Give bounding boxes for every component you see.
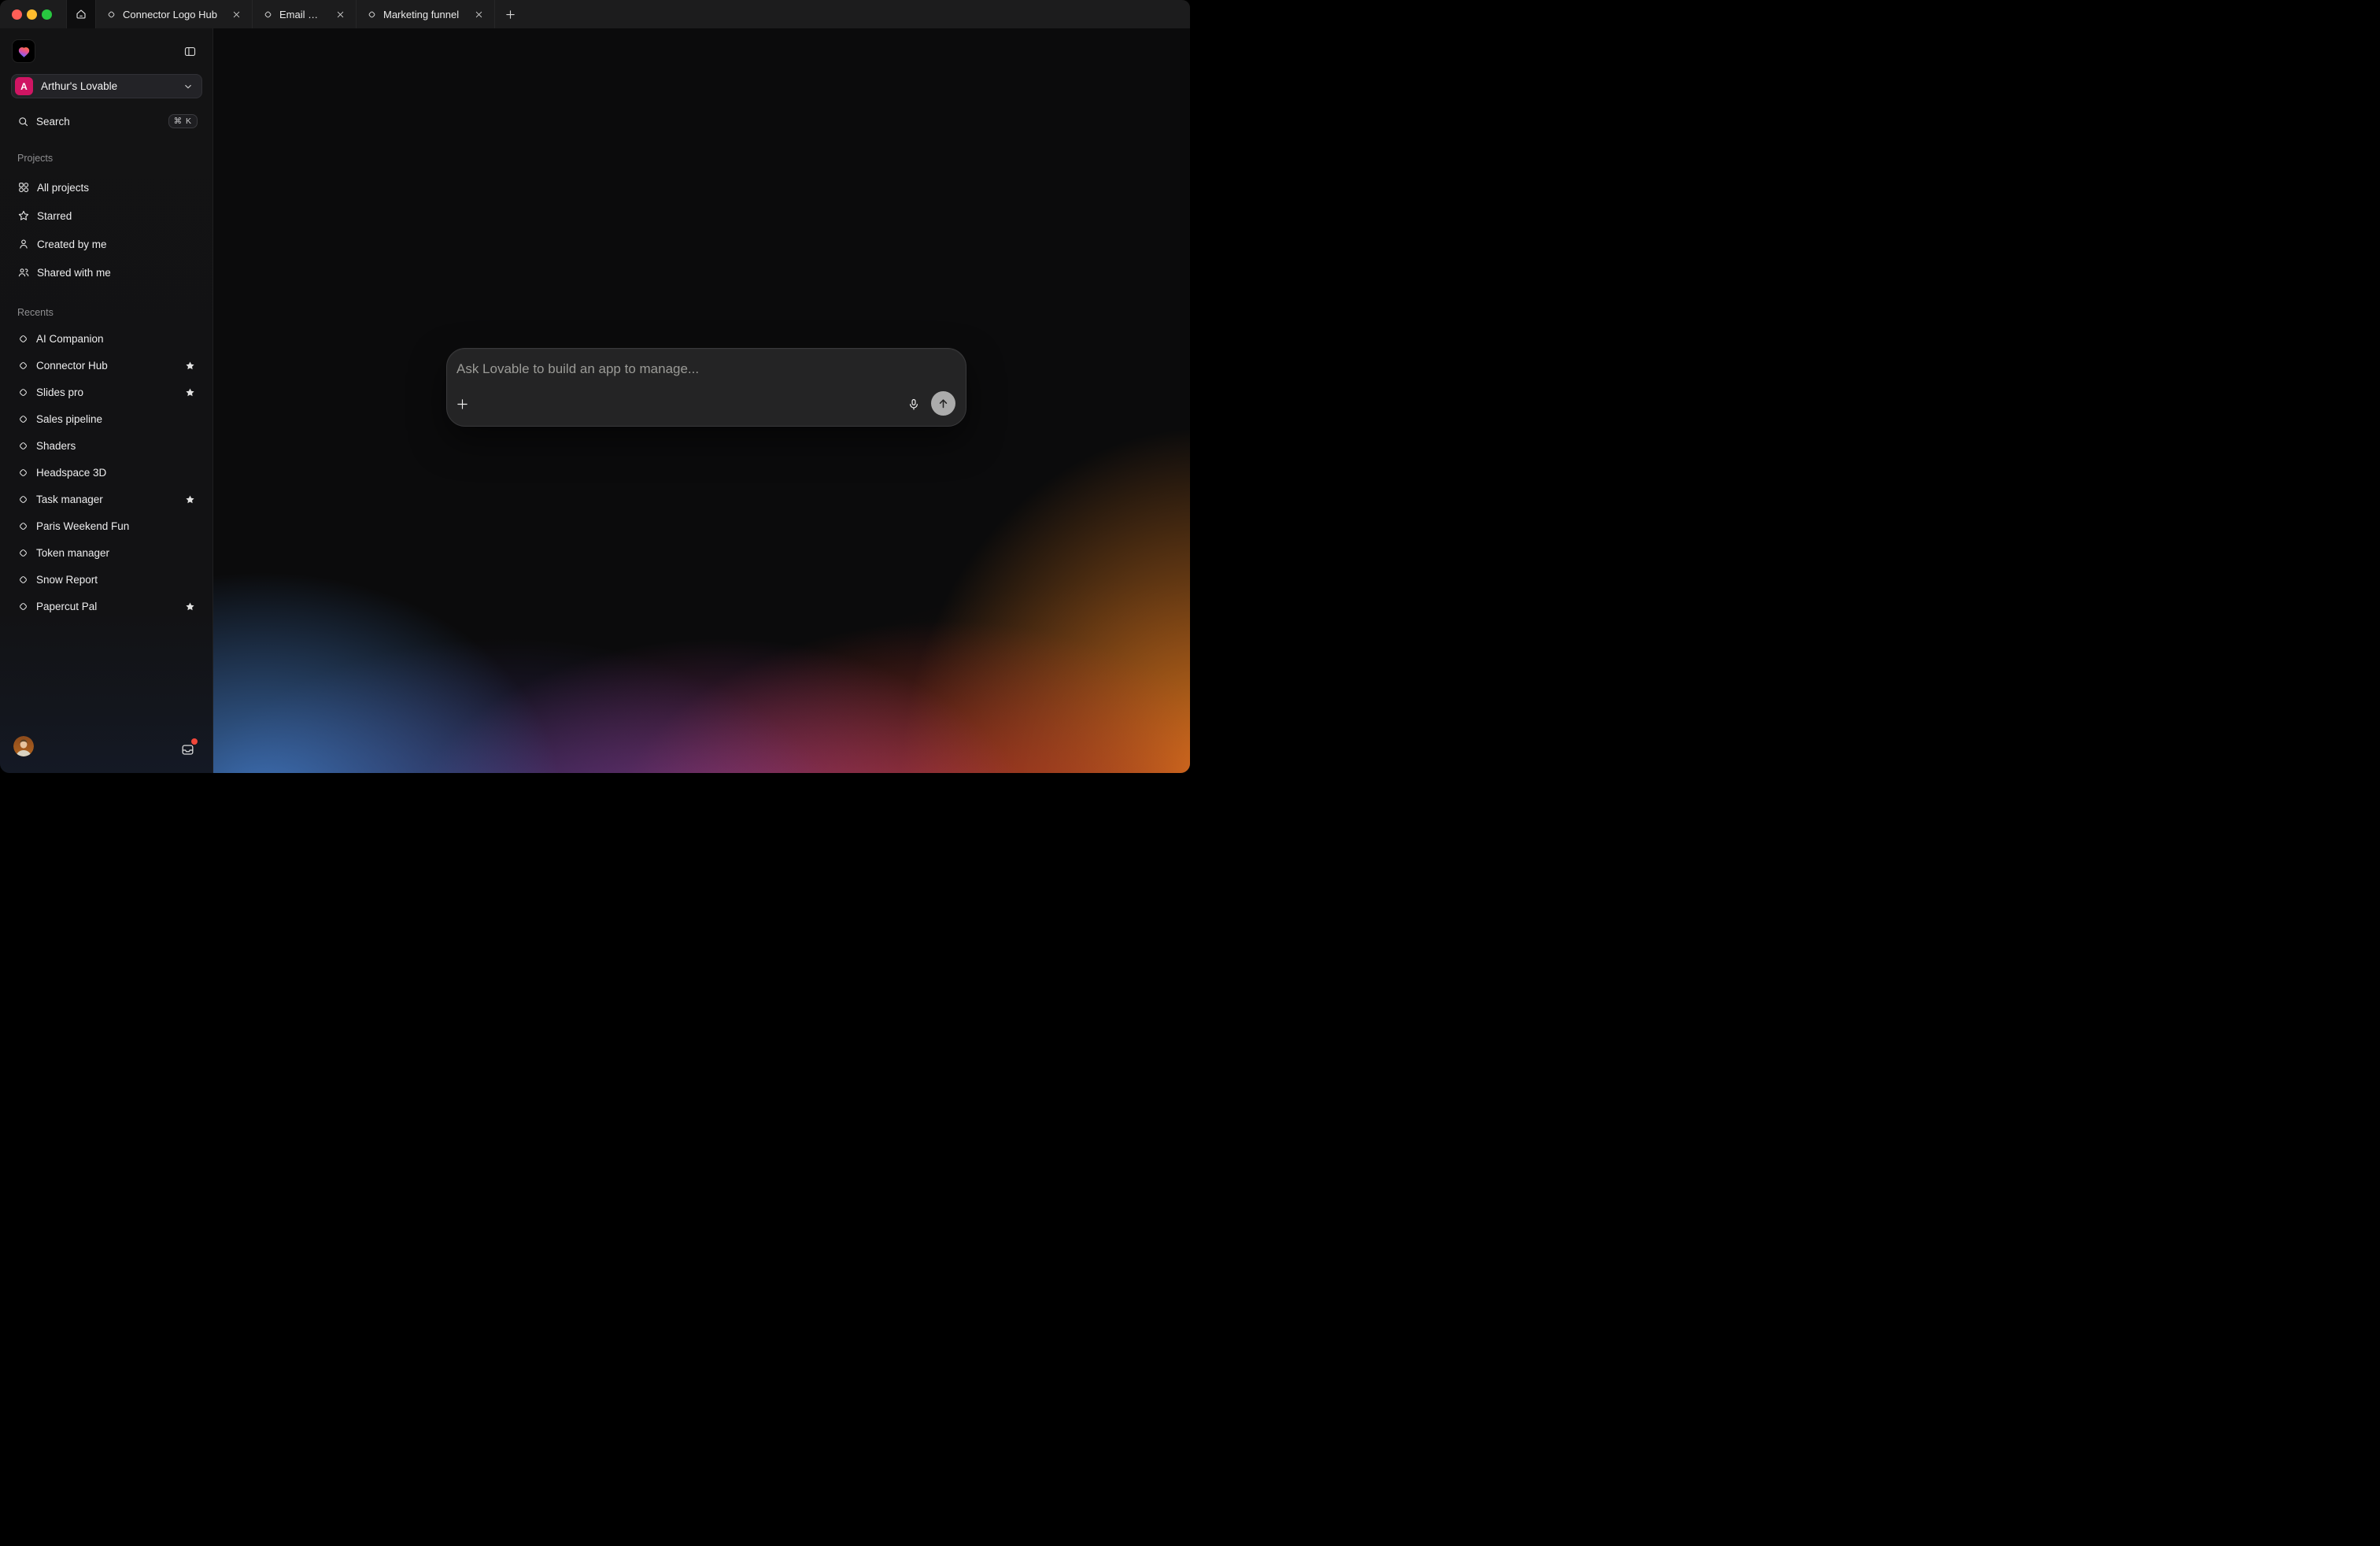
project-diamond-icon xyxy=(367,9,377,20)
tab-connector-logo-hub[interactable]: Connector Logo Hub xyxy=(96,0,253,28)
tab-home[interactable] xyxy=(66,0,96,28)
sidebar-item-shared-with-me[interactable]: Shared with me xyxy=(0,258,213,287)
recent-project-row[interactable]: Slides pro xyxy=(0,379,213,405)
recent-project-label: Snow Report xyxy=(36,574,98,586)
project-diamond-icon xyxy=(17,494,29,505)
recent-project-row[interactable]: Task manager xyxy=(0,486,213,512)
new-tab-button[interactable] xyxy=(495,0,525,28)
chevron-down-icon xyxy=(183,81,194,92)
zoom-window-button[interactable] xyxy=(42,9,52,20)
project-diamond-icon xyxy=(17,413,29,425)
star-filled-icon[interactable] xyxy=(185,601,195,612)
notification-dot xyxy=(191,738,198,745)
tab-close-button[interactable] xyxy=(471,6,486,22)
recent-project-row[interactable]: Papercut Pal xyxy=(0,593,213,620)
recent-project-label: Papercut Pal xyxy=(36,601,97,612)
project-diamond-icon xyxy=(17,333,29,345)
star-filled-icon[interactable] xyxy=(185,361,195,371)
workspace-selector[interactable]: A Arthur's Lovable xyxy=(11,74,202,98)
recent-project-row[interactable]: Headspace 3D xyxy=(0,459,213,486)
project-diamond-icon xyxy=(17,360,29,372)
plus-icon xyxy=(456,398,469,411)
window-controls xyxy=(0,0,66,28)
app-window: Connector Logo Hub Email app Marke xyxy=(0,0,1190,773)
star-filled-icon[interactable] xyxy=(185,387,195,398)
sidebar-item-created-by-me[interactable]: Created by me xyxy=(0,230,213,258)
project-diamond-icon xyxy=(17,520,29,532)
sidebar: A Arthur's Lovable Search ⌘ K Projects A… xyxy=(0,28,213,773)
sidebar-item-all-projects[interactable]: All projects xyxy=(0,173,213,202)
workspace-name: Arthur's Lovable xyxy=(41,80,175,92)
recent-project-row[interactable]: Shaders xyxy=(0,432,213,459)
search-button[interactable]: Search ⌘ K xyxy=(11,109,202,133)
main-background xyxy=(213,28,1190,773)
minimize-window-button[interactable] xyxy=(27,9,37,20)
people-icon xyxy=(17,266,30,279)
arrow-up-icon xyxy=(937,397,950,410)
recent-project-label: Task manager xyxy=(36,494,103,505)
project-diamond-icon xyxy=(17,440,29,452)
recent-project-label: Slides pro xyxy=(36,386,83,398)
tab-label: Connector Logo Hub xyxy=(123,9,219,20)
microphone-button[interactable] xyxy=(904,395,923,414)
recent-project-row[interactable]: Token manager xyxy=(0,539,213,566)
grid-icon xyxy=(17,181,30,194)
recent-project-row[interactable]: AI Companion xyxy=(0,325,213,352)
project-diamond-icon xyxy=(17,386,29,398)
star-filled-icon[interactable] xyxy=(185,494,195,505)
mic-icon xyxy=(907,398,921,412)
projects-list: All projects Starred Created by me xyxy=(0,173,213,287)
tab-close-button[interactable] xyxy=(228,6,244,22)
tab-marketing-funnel[interactable]: Marketing funnel xyxy=(357,0,495,28)
tab-label: Marketing funnel xyxy=(383,9,461,20)
sidebar-item-label: All projects xyxy=(37,182,89,194)
star-icon xyxy=(17,209,30,222)
project-diamond-icon xyxy=(17,601,29,612)
recent-project-row[interactable]: Connector Hub xyxy=(0,352,213,379)
project-diamond-icon xyxy=(17,574,29,586)
sidebar-item-label: Created by me xyxy=(37,239,107,250)
tab-bar-empty-space xyxy=(525,0,1190,28)
recent-project-label: Paris Weekend Fun xyxy=(36,520,129,532)
recents-list: AI Companion Connector Hub Slides pro Sa… xyxy=(0,325,213,620)
search-label: Search xyxy=(36,116,161,128)
sidebar-item-label: Starred xyxy=(37,210,72,222)
sidebar-item-label: Shared with me xyxy=(37,267,111,279)
home-icon xyxy=(75,8,87,20)
tab-email-app[interactable]: Email app xyxy=(253,0,357,28)
plus-icon xyxy=(504,9,516,20)
sidebar-item-starred[interactable]: Starred xyxy=(0,202,213,230)
recents-section-label: Recents xyxy=(17,307,54,318)
recent-project-label: Sales pipeline xyxy=(36,413,102,425)
send-button[interactable] xyxy=(931,391,955,416)
recent-project-row[interactable]: Paris Weekend Fun xyxy=(0,512,213,539)
workspace-avatar: A xyxy=(15,77,33,95)
project-diamond-icon xyxy=(17,467,29,479)
recent-project-label: Token manager xyxy=(36,547,109,559)
tab-label: Email app xyxy=(279,9,323,20)
project-diamond-icon xyxy=(106,9,116,20)
close-window-button[interactable] xyxy=(12,9,22,20)
recent-project-row[interactable]: Sales pipeline xyxy=(0,405,213,432)
recent-project-label: Connector Hub xyxy=(36,360,108,372)
projects-section-label: Projects xyxy=(17,153,53,164)
prompt-box xyxy=(446,348,966,427)
recent-project-label: Headspace 3D xyxy=(36,467,106,479)
user-avatar[interactable] xyxy=(13,736,34,756)
sidebar-toggle-button[interactable] xyxy=(179,40,201,62)
tab-close-button[interactable] xyxy=(332,6,348,22)
recent-project-row[interactable]: Snow Report xyxy=(0,566,213,593)
project-diamond-icon xyxy=(263,9,273,20)
search-shortcut-badge: ⌘ K xyxy=(168,114,198,128)
tab-bar: Connector Logo Hub Email app Marke xyxy=(0,0,1190,28)
person-icon xyxy=(17,238,30,250)
project-diamond-icon xyxy=(17,547,29,559)
prompt-input[interactable] xyxy=(447,349,966,393)
recent-project-label: AI Companion xyxy=(36,333,104,345)
recent-project-label: Shaders xyxy=(36,440,76,452)
search-icon xyxy=(17,116,29,128)
lovable-logo xyxy=(12,39,35,63)
attach-button[interactable] xyxy=(453,395,471,412)
inbox-button[interactable] xyxy=(179,741,196,758)
